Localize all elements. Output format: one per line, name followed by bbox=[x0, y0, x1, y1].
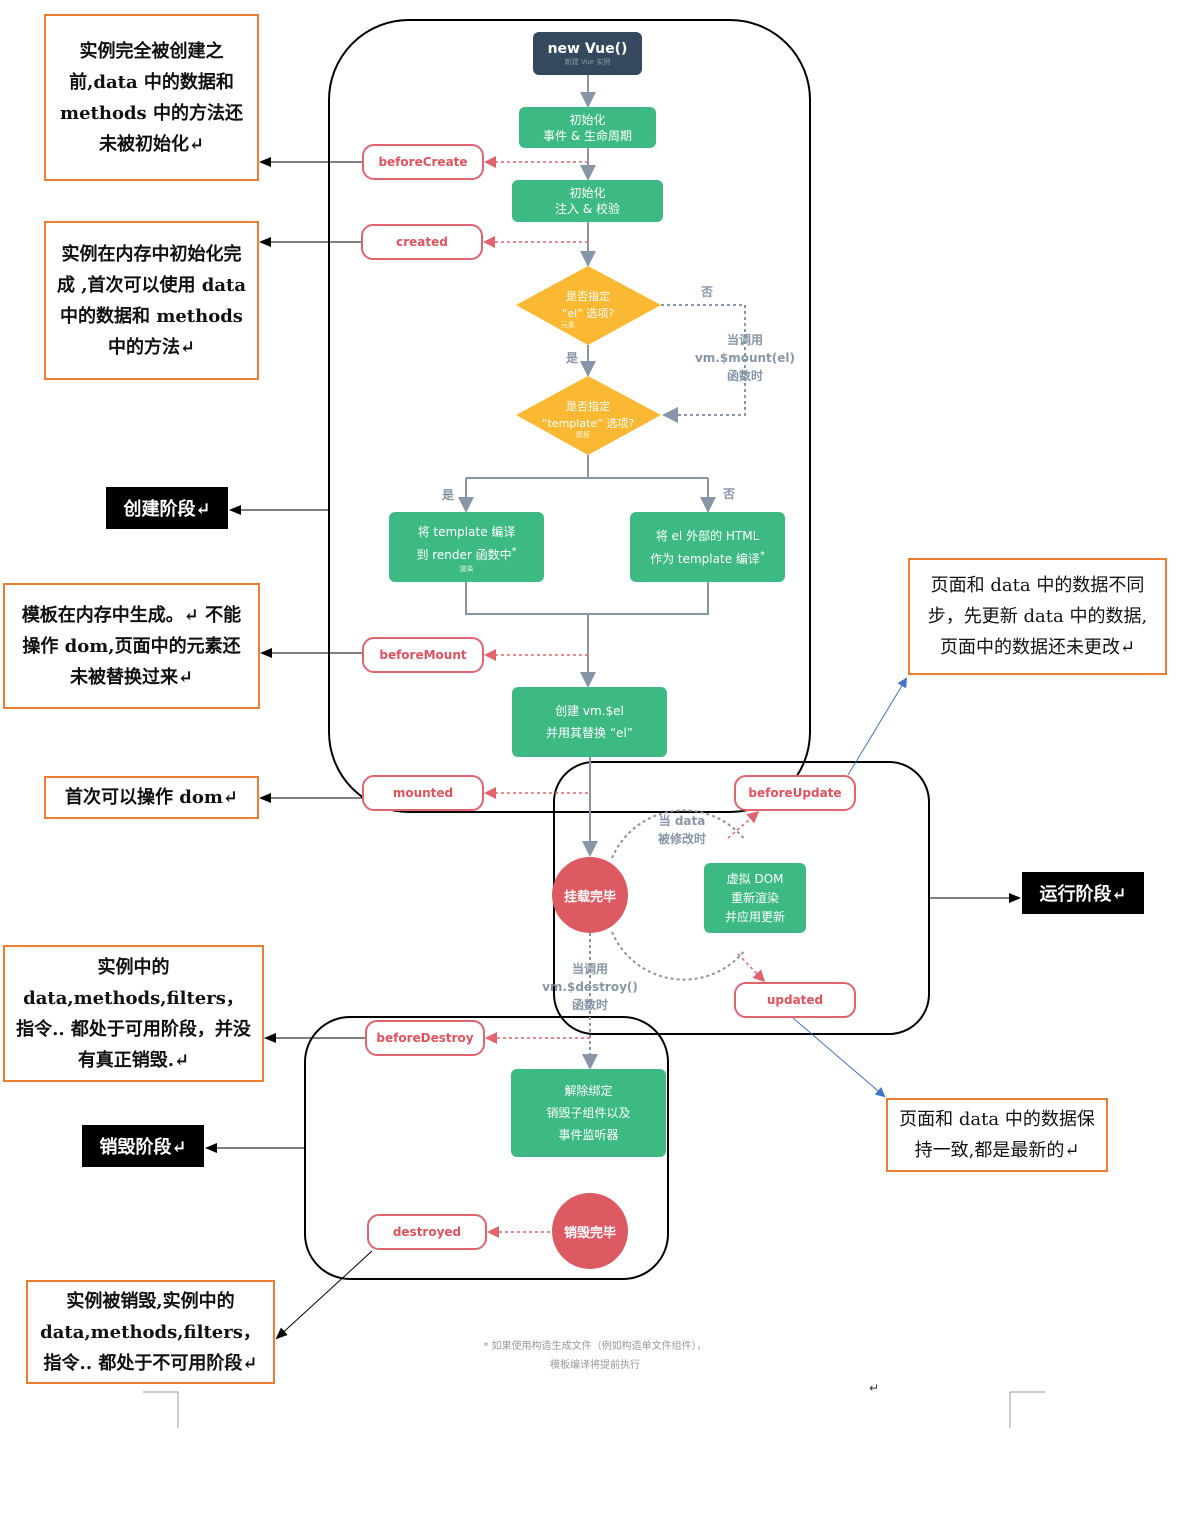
label-line: 被修改时 bbox=[657, 832, 706, 846]
node-line: 并用其替换 “el” bbox=[546, 726, 633, 740]
diamond-small: 模板 bbox=[576, 430, 590, 439]
note-created: 实例在内存中初始化完成 ,首次可以使用 data 中的数据和 methods 中… bbox=[44, 221, 259, 380]
note-destroyed: 实例被销毁,实例中的 data,methods,filters，指令.. 都处于… bbox=[26, 1280, 275, 1384]
el-option-text: 是否指定 “el” 选项? 元素 bbox=[530, 284, 646, 332]
footnote-line: * 如果使用构造生成文件（例如构造单文件组件）， bbox=[483, 1341, 707, 1352]
branch-yes-label: 是 bbox=[441, 488, 454, 502]
diamond-line: “el” 选项? bbox=[561, 306, 615, 320]
create-el-node: 创建 vm.$el 并用其替换 “el” bbox=[512, 687, 667, 757]
label-line: 当调用 bbox=[571, 962, 608, 976]
node-line: 到 render 函数中 bbox=[416, 547, 512, 562]
diamond-line: “template” 选项? bbox=[541, 416, 635, 430]
node-line: 销毁子组件以及 bbox=[546, 1106, 631, 1120]
note-before-destroy: 实例中的 data,methods,filters，指令.. 都处于可用阶段，并… bbox=[3, 945, 264, 1082]
footnote-star: * bbox=[759, 549, 765, 561]
label-line: 当调用 bbox=[726, 333, 763, 347]
node-line: 将 template 编译 bbox=[417, 524, 516, 539]
paragraph-mark: ↵ bbox=[868, 1381, 880, 1395]
mount-call-label: 当调用 vm.$mount(el) 函数时 bbox=[690, 330, 800, 386]
hook-before-create: beforeCreate bbox=[362, 144, 484, 180]
compile-outer-html-node: 将 el 外部的 HTML 作为 template 编译* bbox=[630, 512, 785, 582]
no-label: 否 bbox=[700, 285, 713, 299]
footnote: * 如果使用构造生成文件（例如构造单文件组件）， 模板编译将提前执行 bbox=[440, 1336, 750, 1376]
new-vue-subtitle: 新建 Vue 实例 bbox=[564, 57, 611, 66]
init-inject-node: 初始化 注入 & 校验 bbox=[512, 180, 663, 222]
hook-mounted: mounted bbox=[362, 775, 484, 811]
hook-created: created bbox=[361, 224, 483, 260]
destroyed-circle: 销毁完毕 bbox=[552, 1193, 628, 1269]
hook-updated: updated bbox=[734, 982, 856, 1018]
node-line: 并应用更新 bbox=[724, 909, 785, 924]
diamond-line: 是否指定 bbox=[566, 399, 610, 413]
hook-before-destroy: beforeDestroy bbox=[365, 1020, 485, 1056]
note-mounted: 首次可以操作 dom↵ bbox=[44, 776, 259, 819]
new-vue-title: new Vue() bbox=[547, 40, 628, 57]
virtual-dom-node: 虚拟 DOM 重新渲染 并应用更新 bbox=[704, 863, 806, 933]
node-line: 解除绑定 bbox=[564, 1084, 613, 1098]
document-page: new Vue() 新建 Vue 实例 初始化 事件 & 生命周期 初始化 注入… bbox=[0, 0, 1184, 1535]
node-line: 创建 vm.$el bbox=[555, 704, 624, 718]
node-line: 事件 & 生命周期 bbox=[543, 128, 632, 143]
new-vue-node: new Vue() 新建 Vue 实例 bbox=[533, 32, 642, 75]
stage-label-run: 运行阶段↵ bbox=[1022, 872, 1144, 914]
data-changed-label: 当 data 被修改时 bbox=[640, 810, 724, 850]
label-line: vm.$destroy() bbox=[542, 980, 638, 994]
node-line: 将 el 外部的 HTML bbox=[655, 528, 760, 543]
branch-no-label: 否 bbox=[722, 487, 735, 501]
node-line: 作为 template 编译 bbox=[650, 551, 760, 566]
hook-before-update: beforeUpdate bbox=[734, 775, 856, 811]
note-before-mount: 模板在内存中生成。↵ 不能操作 dom,页面中的元素还未被替换过来↵ bbox=[3, 583, 260, 709]
diamond-small: 元素 bbox=[561, 320, 575, 329]
label-line: 函数时 bbox=[726, 369, 763, 383]
node-line: 初始化 bbox=[569, 112, 606, 127]
teardown-node: 解除绑定 销毁子组件以及 事件监听器 bbox=[511, 1069, 666, 1157]
compile-template-node: 将 template 编译 到 render 函数中* 渲染 bbox=[389, 512, 544, 582]
init-events-node: 初始化 事件 & 生命周期 bbox=[519, 107, 656, 148]
label-line: 函数时 bbox=[571, 998, 608, 1012]
note-before-update: 页面和 data 中的数据不同步，先更新 data 中的数据,页面中的数据还未更… bbox=[908, 558, 1167, 675]
node-line: 虚拟 DOM bbox=[726, 871, 784, 886]
note-before-create: 实例完全被创建之前,data 中的数据和 methods 中的方法还未被初始化↵ bbox=[44, 14, 259, 181]
stage-label-destroy: 销毁阶段↵ bbox=[82, 1125, 204, 1167]
label-line: vm.$mount(el) bbox=[694, 351, 796, 365]
yes-label: 是 bbox=[565, 351, 578, 365]
mounted-circle: 挂载完毕 bbox=[552, 857, 628, 933]
hook-destroyed: destroyed bbox=[367, 1214, 487, 1250]
node-line: 初始化 bbox=[569, 186, 606, 200]
destroy-call-label: 当调用 vm.$destroy() 函数时 bbox=[538, 958, 642, 1016]
node-line: 事件监听器 bbox=[558, 1128, 619, 1142]
hook-before-mount: beforeMount bbox=[362, 637, 484, 673]
diamond-line: 是否指定 bbox=[566, 289, 610, 303]
template-option-text: 是否指定 “template” 选项? 模板 bbox=[520, 394, 656, 442]
stage-label-create: 创建阶段↵ bbox=[106, 487, 228, 529]
node-line: 重新渲染 bbox=[730, 890, 779, 905]
footnote-line: 模板编译将提前执行 bbox=[550, 1360, 640, 1371]
footnote-star: * bbox=[511, 545, 517, 557]
node-line: 注入 & 校验 bbox=[555, 202, 620, 216]
node-small: 渲染 bbox=[459, 564, 474, 573]
label-line: 当 data bbox=[658, 814, 706, 828]
note-updated: 页面和 data 中的数据保持一致,都是最新的↵ bbox=[886, 1098, 1108, 1172]
